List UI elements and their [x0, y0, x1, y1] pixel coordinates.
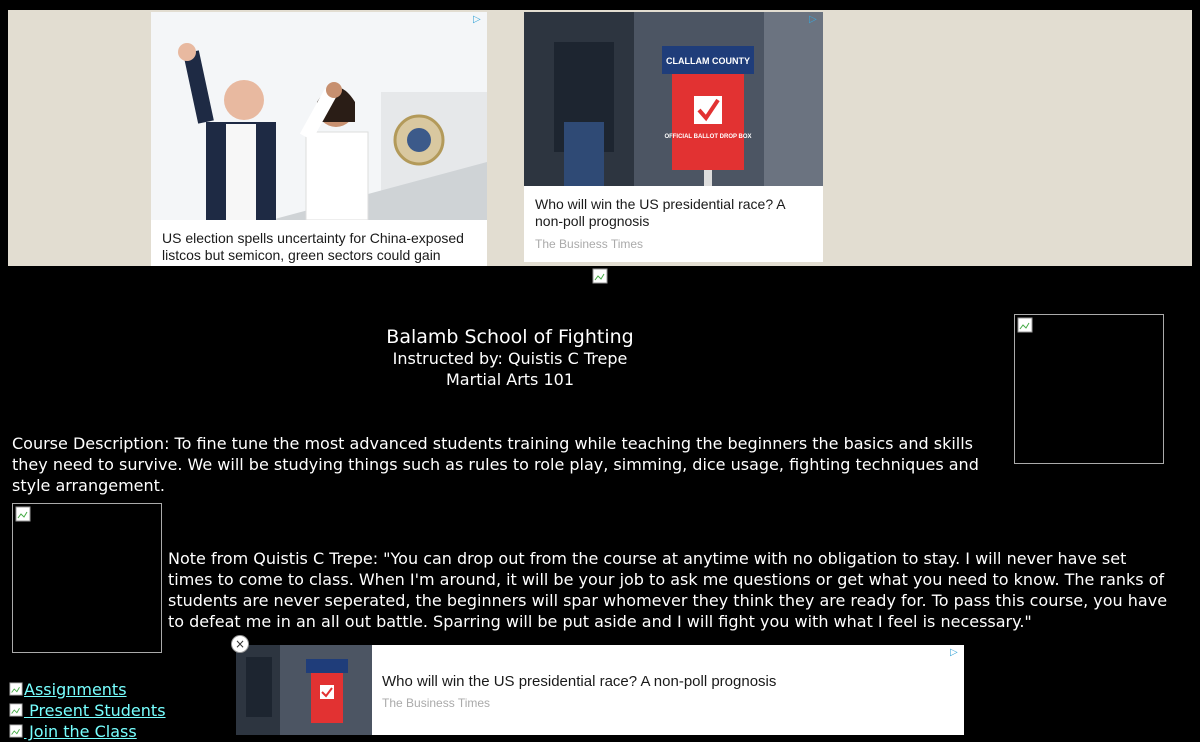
note-image — [12, 503, 162, 653]
broken-image-icon — [9, 724, 23, 738]
bottom-ad-card[interactable]: Who will win the US presidential race? A… — [236, 645, 964, 735]
course-header: Balamb School of Fighting Instructed by:… — [310, 326, 710, 390]
school-title: Balamb School of Fighting — [386, 326, 634, 348]
broken-image-icon — [9, 703, 23, 717]
ad-title[interactable]: Who will win the US presidential race? A… — [535, 196, 815, 230]
adchoices-icon[interactable]: ▷ — [473, 14, 484, 25]
broken-image-icon — [15, 506, 31, 522]
link-label: Assignments — [24, 680, 127, 699]
course-links: Assignments Present Students Join the Cl… — [8, 679, 166, 742]
broken-image-icon — [592, 268, 608, 284]
ad-source[interactable]: The Business Times — [535, 237, 643, 251]
link-assignments[interactable]: Assignments — [8, 679, 166, 700]
close-ad-button[interactable]: × — [231, 635, 249, 653]
ballot-box-county-label: CLALLAM COUNTY — [666, 56, 750, 66]
instructor-note: Note from Quistis C Trepe: "You can drop… — [168, 549, 1168, 631]
broken-image-icon — [9, 682, 23, 696]
ad-image-ballot-box — [236, 645, 372, 735]
instructor-line: Instructed by: Quistis C Trepe — [392, 349, 628, 368]
ballot-box-label: OFFICIAL BALLOT DROP BOX — [664, 134, 751, 140]
ad-card-presidential-race[interactable]: CLALLAM COUNTY OFFICIAL BALLOT DROP BOX … — [524, 12, 823, 262]
link-label: Join the Class — [24, 722, 137, 741]
ad-image-politicians — [151, 12, 487, 220]
instructor-image — [1014, 314, 1164, 464]
ad-title[interactable]: Who will win the US presidential race? A… — [382, 673, 776, 690]
adchoices-icon[interactable]: ▷ — [950, 647, 961, 658]
link-join-the-class[interactable]: Join the Class — [8, 721, 166, 742]
broken-image-icon — [1017, 317, 1033, 333]
ad-card-election-china[interactable]: ▷ US election spells uncertainty for Chi… — [151, 12, 487, 266]
link-present-students[interactable]: Present Students — [8, 700, 166, 721]
ad-source[interactable]: The Business Times — [382, 696, 490, 710]
ad-title[interactable]: US election spells uncertainty for China… — [162, 230, 480, 264]
adchoices-icon[interactable]: ▷ — [809, 14, 820, 25]
course-title: Martial Arts 101 — [446, 370, 574, 389]
ad-image-ballot-box: CLALLAM COUNTY OFFICIAL BALLOT DROP BOX — [524, 12, 823, 186]
course-description: Course Description: To fine tune the mos… — [12, 434, 979, 495]
link-label: Present Students — [24, 701, 166, 720]
